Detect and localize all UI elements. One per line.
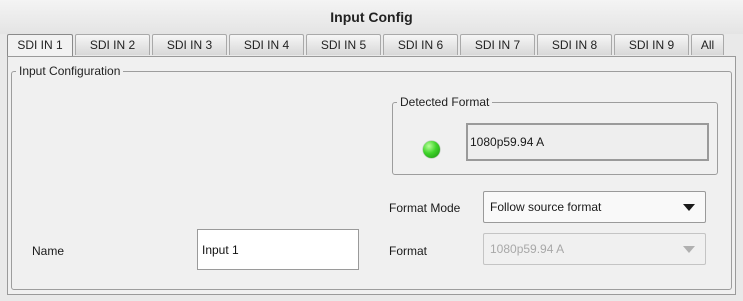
input-tabs: SDI IN 1 SDI IN 2 SDI IN 3 SDI IN 4 SDI … <box>7 34 736 57</box>
format-mode-selected: Follow source format <box>490 200 602 214</box>
tab-all[interactable]: All <box>691 34 724 55</box>
name-label: Name <box>32 244 65 258</box>
format-mode-dropdown[interactable]: Follow source format <box>483 191 706 223</box>
tab-content-panel: Input Configuration Detected Format 1080… <box>7 56 736 295</box>
tab-sdi-in-8[interactable]: SDI IN 8 <box>537 34 612 55</box>
tab-sdi-in-5[interactable]: SDI IN 5 <box>306 34 381 55</box>
window-title: Input Config <box>330 9 413 25</box>
chevron-down-icon <box>683 246 695 253</box>
tab-sdi-in-9[interactable]: SDI IN 9 <box>614 34 689 55</box>
tab-sdi-in-6[interactable]: SDI IN 6 <box>383 34 458 55</box>
name-input[interactable] <box>197 229 359 270</box>
tab-sdi-in-7[interactable]: SDI IN 7 <box>460 34 535 55</box>
format-label: Format <box>389 244 428 258</box>
detected-format-group: Detected Format 1080p59.94 A <box>392 95 718 175</box>
window-title-bar: Input Config <box>0 0 743 34</box>
format-dropdown: 1080p59.94 A <box>483 233 706 265</box>
tab-sdi-in-1[interactable]: SDI IN 1 <box>7 34 73 57</box>
chevron-down-icon <box>683 204 695 211</box>
led-icon <box>423 141 440 158</box>
tab-sdi-in-3[interactable]: SDI IN 3 <box>152 34 227 55</box>
format-selected: 1080p59.94 A <box>490 242 565 256</box>
tab-sdi-in-4[interactable]: SDI IN 4 <box>229 34 304 55</box>
detected-format-value: 1080p59.94 A <box>466 123 709 161</box>
tab-sdi-in-2[interactable]: SDI IN 2 <box>75 34 150 55</box>
format-mode-label: Format Mode <box>389 201 461 215</box>
detected-format-legend: Detected Format <box>400 95 490 109</box>
input-configuration-legend: Input Configuration <box>19 64 121 78</box>
